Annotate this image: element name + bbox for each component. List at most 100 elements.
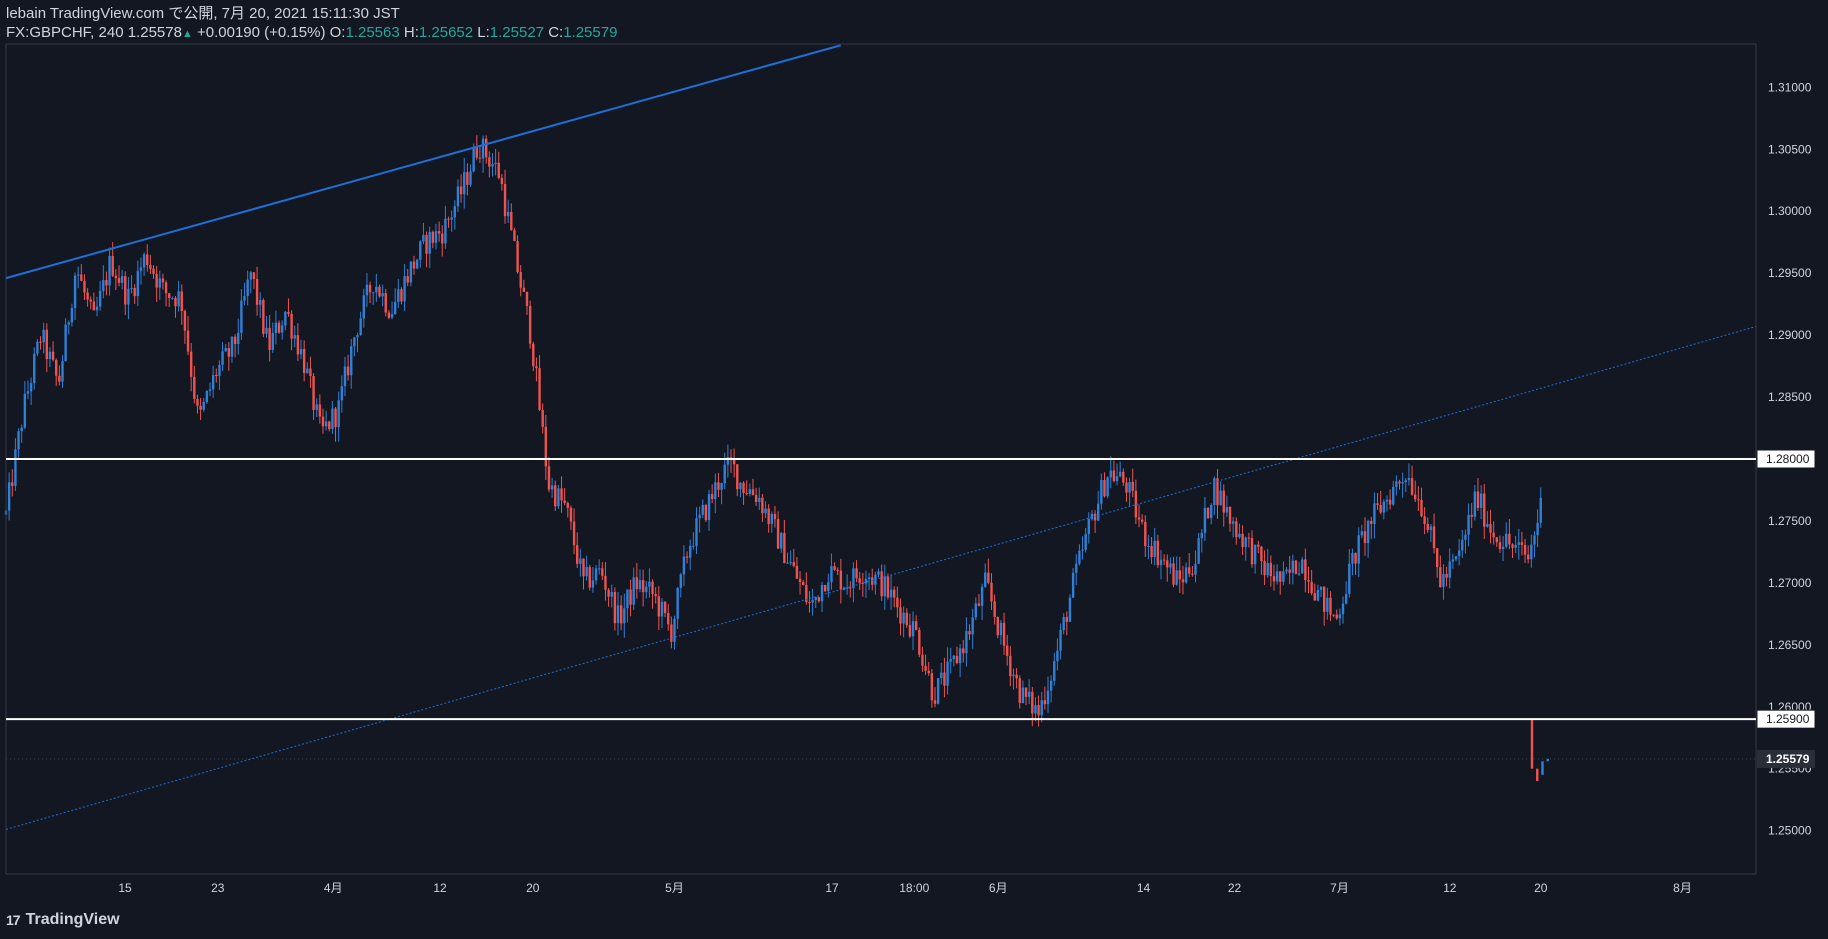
- candle-body: [1150, 545, 1153, 558]
- candle-body: [36, 341, 39, 354]
- candle-body: [1486, 523, 1489, 527]
- candle-body: [911, 621, 915, 637]
- high-value: 1.25652: [418, 24, 474, 41]
- candle-body: [1266, 562, 1269, 576]
- candle-body: [102, 280, 105, 291]
- candle-body: [754, 495, 758, 503]
- time-tick-label: 12: [433, 881, 447, 895]
- candle-body: [1451, 559, 1455, 562]
- candle-body: [1140, 519, 1144, 522]
- candle-body: [528, 306, 532, 344]
- candle-body: [1181, 579, 1185, 583]
- candle-body: [1241, 533, 1244, 548]
- candle-body: [714, 482, 717, 500]
- candle-body: [867, 577, 871, 580]
- candle-body: [1467, 514, 1470, 535]
- candle-body: [1541, 761, 1544, 775]
- candle-body: [240, 300, 243, 333]
- candle-body: [1429, 526, 1433, 531]
- candle-body: [130, 287, 133, 289]
- brand-label: TradingView: [25, 911, 120, 928]
- candle-body: [993, 601, 996, 617]
- candle-body: [610, 591, 613, 597]
- open-label: O:: [329, 24, 346, 41]
- symbol-label: FX:GBPCHF, 240: [6, 24, 124, 41]
- candle-body: [334, 408, 337, 428]
- candle-body: [453, 206, 457, 218]
- candle-body: [811, 600, 814, 603]
- candle-body: [400, 289, 403, 302]
- candle-body: [1498, 542, 1502, 550]
- candle-body: [792, 562, 795, 566]
- candle-body: [522, 287, 526, 292]
- candle-body: [1100, 480, 1103, 504]
- candle-body: [155, 273, 158, 288]
- candle-body: [845, 587, 849, 589]
- candle-body: [591, 580, 595, 588]
- candle-body: [1291, 560, 1295, 573]
- time-tick-label: 23: [211, 881, 225, 895]
- candle-body: [441, 233, 444, 244]
- candle-body: [1505, 533, 1508, 547]
- candle-body: [1511, 544, 1514, 548]
- candle-body: [1385, 499, 1389, 502]
- candle-body: [428, 231, 431, 254]
- candle-body: [707, 494, 711, 521]
- candle-body: [1147, 545, 1150, 547]
- candle-body: [1156, 540, 1160, 565]
- candle-body: [51, 351, 55, 360]
- candle-body: [701, 504, 704, 515]
- price-tick-label: 1.30000: [1768, 204, 1812, 218]
- candle-body: [999, 622, 1003, 636]
- candle-body: [318, 404, 322, 417]
- candle-body: [657, 596, 661, 617]
- time-tick-label: 20: [1534, 881, 1548, 895]
- candle-body: [48, 351, 52, 360]
- candle-body: [268, 327, 271, 350]
- candle-body: [588, 567, 591, 588]
- candle-body: [1435, 548, 1439, 568]
- candle-body: [572, 521, 576, 546]
- candle-body: [139, 267, 143, 271]
- candle-body: [387, 312, 391, 318]
- candle-body: [1536, 522, 1539, 536]
- candle-body: [893, 589, 896, 598]
- candle-body: [284, 311, 287, 326]
- tradingview-brand[interactable]: 17 TradingView: [6, 911, 120, 929]
- candle-body: [1457, 550, 1461, 557]
- candle-body: [444, 218, 447, 244]
- candle-body: [1062, 617, 1065, 631]
- candle-body: [95, 306, 99, 311]
- candle-body: [748, 489, 752, 494]
- candle-body: [773, 513, 777, 520]
- candle-body: [1046, 690, 1050, 705]
- candle-body: [1097, 503, 1100, 521]
- candle-body: [695, 518, 698, 546]
- candle-body: [698, 514, 701, 519]
- candle-body: [1191, 573, 1194, 575]
- candle-body: [645, 586, 648, 593]
- candle-body: [221, 351, 224, 365]
- candle-body: [550, 485, 554, 490]
- candlestick-chart[interactable]: 1.250001.255001.260001.265001.270001.275…: [0, 0, 1828, 939]
- candle-body: [896, 597, 899, 608]
- candle-body: [566, 503, 570, 508]
- candle-body: [1178, 570, 1182, 580]
- candle-body: [1489, 523, 1492, 533]
- candle-body: [977, 603, 981, 606]
- candle-body: [1363, 531, 1367, 544]
- candle-body: [1313, 593, 1316, 601]
- candle-body: [1068, 597, 1072, 622]
- candle-body: [786, 562, 789, 564]
- price-tick-label: 1.25000: [1768, 824, 1812, 838]
- candle-body: [168, 293, 171, 299]
- candle-body: [1056, 650, 1059, 662]
- candle-body: [114, 275, 118, 279]
- candle-body: [340, 386, 344, 401]
- candle-body: [1024, 687, 1028, 697]
- candle-body: [1065, 617, 1069, 622]
- candle-body: [833, 566, 836, 570]
- candle-body: [39, 341, 42, 343]
- candle-body: [55, 359, 58, 376]
- candle-body: [481, 138, 485, 159]
